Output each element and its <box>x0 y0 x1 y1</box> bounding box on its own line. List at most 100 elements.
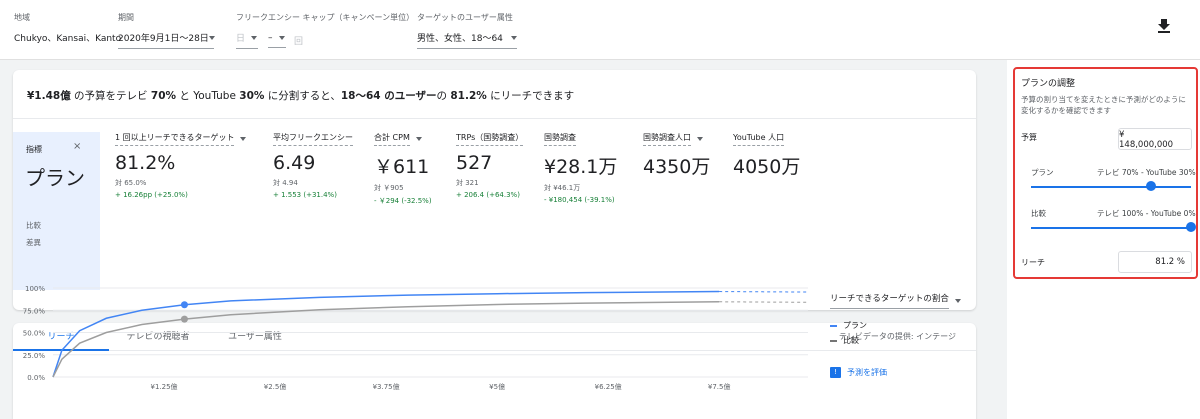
reach-label: リーチ <box>1021 258 1045 267</box>
metric-trps[interactable]: TRPs（国勢調査） 527 対 321 + 206.4 (+64.3%) <box>456 132 524 199</box>
summary-card: ¥1.48億 の予算をテレビ 70% と YouTube 30% に分割すると、… <box>13 70 976 310</box>
region-value[interactable]: Chukyo、Kansai、Kanto <box>14 31 121 44</box>
plan-adjust-title: プランの調整 <box>1021 79 1076 89</box>
metric-value: 81.2% <box>115 152 176 174</box>
x-tick-label: ¥7.5億 <box>708 382 731 391</box>
metric-compare: 対 ¥46.1万 <box>544 184 581 192</box>
metric-legend-panel: 指標 × プラン 比較 差異 <box>13 132 100 290</box>
metric-panel-compare: 比較 <box>26 221 41 230</box>
metric-census-cost[interactable]: 国勢調査 ¥28.1万 対 ¥46.1万 - ¥180,454 (-39.1%) <box>544 132 617 204</box>
metric-title: TRPs（国勢調査） <box>456 132 524 146</box>
headline-reach: 81.2% <box>450 90 487 102</box>
legend-compare-label: 比較 <box>843 336 859 345</box>
chevron-down-icon[interactable] <box>697 137 703 141</box>
metric-reach-target[interactable]: 1 回以上リーチできるターゲット 81.2% 対 65.0% + 16.26pp… <box>115 132 247 199</box>
x-tick-label: ¥3.75億 <box>373 382 400 391</box>
metric-selector[interactable]: リーチできるターゲットの割合 <box>830 292 961 309</box>
y-tick-label: 25.0% <box>23 352 46 360</box>
headline-audience: 18〜64 のユーザー <box>340 90 437 102</box>
metric-diff: + 1.553 (+31.4%) <box>273 191 337 199</box>
target-value: 男性、女性、18〜64 <box>417 34 503 44</box>
target-filter[interactable]: ターゲットのユーザー属性 男性、女性、18〜64 <box>417 12 517 49</box>
plan-slider-track[interactable] <box>1031 186 1191 188</box>
metric-youtube-population[interactable]: YouTube 人口 4050万 <box>733 132 800 179</box>
freqcap-filter[interactable]: フリークエンシー キャップ（キャンペーン単位） 日 – 回 <box>236 12 414 49</box>
metric-compare: 対 321 <box>456 179 479 187</box>
metric-panel-label: 指標 <box>26 145 42 154</box>
metric-total-cpm[interactable]: 合計 CPM ￥611 対 ￥905 - ￥294 (-32.5%) <box>374 132 432 206</box>
target-dropdown[interactable]: 男性、女性、18〜64 <box>417 31 517 49</box>
compare-slider-label: 比較 <box>1031 209 1046 218</box>
metric-compare: 対 65.0% <box>115 179 147 187</box>
headline: ¥1.48億 の予算をテレビ 70% と YouTube 30% に分割すると、… <box>27 88 574 103</box>
x-tick-label: ¥1.25億 <box>151 382 178 391</box>
metric-selector-value: リーチできるターゲットの割合 <box>830 292 949 309</box>
x-tick-label: ¥2.5億 <box>264 382 287 391</box>
metric-census-population[interactable]: 国勢調査人口 4350万 <box>643 132 710 179</box>
download-icon[interactable] <box>1157 18 1171 34</box>
feedback-icon: ! <box>830 367 841 378</box>
chevron-down-icon[interactable] <box>415 137 422 141</box>
metric-title: 1 回以上リーチできるターゲット <box>115 132 235 146</box>
y-tick-label: 0.0% <box>27 374 45 382</box>
evaluate-forecast-link[interactable]: ! 予測を評価 <box>830 367 887 378</box>
chevron-down-icon <box>954 298 961 303</box>
series-marker-比較 <box>180 315 188 323</box>
metric-title: YouTube 人口 <box>733 132 785 146</box>
period-dropdown[interactable]: 2020年9月1日〜28日 <box>118 31 215 49</box>
metric-diff: - ￥294 (-32.5%) <box>374 197 432 205</box>
headline-tv-share: 70% <box>150 90 177 102</box>
filter-bar: 地域 Chukyo、Kansai、Kanto 期間 2020年9月1日〜28日 … <box>0 0 1200 60</box>
headline-text: の <box>436 90 451 102</box>
freqcap-unit-select[interactable]: 日 <box>236 31 258 49</box>
metric-title: 国勢調査 <box>544 132 576 146</box>
x-tick-label: ¥5億 <box>489 382 505 391</box>
metric-diff: + 206.4 (+64.3%) <box>456 191 520 199</box>
compare-slider-track[interactable] <box>1031 227 1191 229</box>
legend-plan-swatch <box>830 324 837 327</box>
freqcap-label: フリークエンシー キャップ（キャンペーン単位） <box>236 13 415 22</box>
evaluate-forecast-label: 予測を評価 <box>847 368 887 377</box>
reach-curve-chart: 0.0% 25.0% 50.0% 75.0% 100% ¥1.25億 ¥2.5億 ¥3.75億… <box>23 285 809 391</box>
close-icon[interactable]: × <box>73 141 81 152</box>
metric-diff: - ¥180,454 (-39.1%) <box>544 196 615 204</box>
legend-compare: 比較 <box>830 335 859 346</box>
x-tick-label: ¥6.25億 <box>595 382 622 391</box>
headline-yt-share: 30% <box>239 90 265 102</box>
region-filter[interactable]: 地域 Chukyo、Kansai、Kanto <box>14 12 121 44</box>
chevron-down-icon[interactable] <box>240 137 247 141</box>
metric-compare: 対 ￥905 <box>374 184 404 192</box>
metric-diff: + 16.26pp (+25.0%) <box>115 191 188 199</box>
reach-input[interactable]: 81.2 % <box>1118 251 1192 273</box>
freqcap-count-select[interactable]: – <box>268 33 286 48</box>
region-label: 地域 <box>14 13 30 22</box>
headline-text: の予算をテレビ <box>70 90 151 102</box>
metric-panel-diff: 差異 <box>26 238 41 247</box>
series-extension-プラン <box>719 291 809 293</box>
metric-value: 527 <box>456 152 493 174</box>
period-filter[interactable]: 期間 2020年9月1日〜28日 <box>118 12 215 49</box>
freqcap-controls: 日 – 回 <box>236 31 414 49</box>
budget-input[interactable]: ¥ 148,000,000 <box>1118 128 1192 150</box>
metric-panel-plan: プラン <box>25 166 85 190</box>
y-tick-label: 100% <box>25 285 45 293</box>
metric-compare: 対 4.94 <box>273 179 298 187</box>
period-label: 期間 <box>118 13 134 22</box>
metric-avg-frequency[interactable]: 平均フリークエンシー 6.49 対 4.94 + 1.553 (+31.4%) <box>273 132 353 199</box>
chevron-down-icon <box>511 35 517 40</box>
metric-value: 4050万 <box>733 156 801 178</box>
y-tick-label: 50.0% <box>23 330 46 338</box>
plan-slider-handle[interactable] <box>1146 181 1156 191</box>
legend-plan: プラン <box>830 320 867 331</box>
freqcap-times-label: 回 <box>294 36 304 47</box>
plan-slider-label: プラン <box>1031 168 1054 177</box>
metric-title: 国勢調査人口 <box>643 132 691 146</box>
series-extension-比較 <box>719 301 809 303</box>
legend-compare-swatch <box>830 339 837 342</box>
freqcap-unit-value: 日 <box>236 34 246 44</box>
metric-value: ¥28.1万 <box>544 156 618 178</box>
series-line-比較 <box>52 301 720 378</box>
compare-slider-handle[interactable] <box>1186 222 1196 232</box>
headline-budget: ¥1.48億 <box>27 90 71 102</box>
series-marker-プラン <box>180 301 188 309</box>
